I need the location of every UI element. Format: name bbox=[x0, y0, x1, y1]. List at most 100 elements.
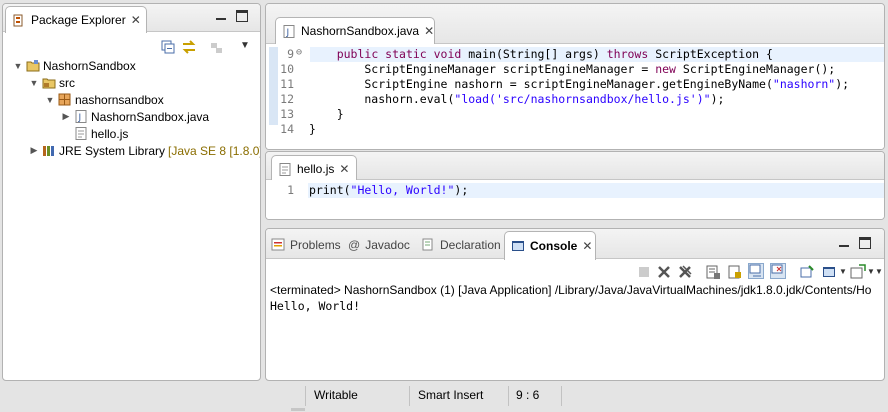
tree-item-label: hello.js bbox=[91, 126, 129, 141]
open-console-dropdown-icon[interactable]: ▼ bbox=[867, 267, 875, 276]
collapse-all-icon[interactable] bbox=[161, 40, 175, 54]
code-token: ); bbox=[835, 77, 850, 91]
scroll-lock-icon[interactable] bbox=[727, 264, 743, 280]
tab-label: Declaration bbox=[440, 237, 501, 252]
svg-text:J: J bbox=[78, 113, 82, 123]
string-token: "nashorn" bbox=[772, 77, 836, 91]
code-text: print("Hello, World!"); bbox=[309, 183, 468, 197]
expand-toggle-icon[interactable]: ▶ bbox=[29, 145, 39, 156]
tree-item-jre-library[interactable]: ▶ JRE System Library [Java SE 8 [1.8.0]] bbox=[29, 142, 260, 159]
js-code-area[interactable]: 1 print("Hello, World!"); bbox=[266, 180, 884, 219]
close-icon[interactable]: ✕ bbox=[582, 239, 592, 253]
tree-item-package[interactable]: ▼ nashornsandbox bbox=[45, 91, 164, 108]
code-line[interactable]: 14} bbox=[266, 122, 884, 137]
remove-all-terminated-icon[interactable] bbox=[677, 264, 693, 280]
code-text: public static void main(String[] args) t… bbox=[309, 47, 773, 61]
close-icon[interactable]: ✕ bbox=[131, 13, 141, 27]
display-console-icon[interactable] bbox=[822, 264, 838, 280]
problems-icon bbox=[271, 238, 285, 251]
js-file-icon bbox=[278, 162, 292, 176]
project-icon bbox=[26, 59, 40, 72]
close-icon[interactable]: ✕ bbox=[424, 24, 434, 38]
minimize-icon[interactable] bbox=[215, 10, 227, 22]
line-number: 9 bbox=[287, 47, 294, 61]
show-on-stderr-icon[interactable] bbox=[770, 263, 786, 279]
code-token: } bbox=[309, 107, 344, 121]
code-text: ScriptEngine nashorn = scriptEngineManag… bbox=[309, 77, 849, 91]
source-folder-icon bbox=[42, 76, 56, 89]
tab-problems[interactable]: Problems bbox=[271, 231, 341, 258]
status-separator bbox=[409, 386, 410, 406]
console-output[interactable]: Hello, World! bbox=[270, 299, 360, 313]
expand-toggle-icon[interactable]: ▼ bbox=[45, 95, 55, 105]
view-menu-icon[interactable]: ▼ bbox=[240, 40, 250, 51]
view-menu-icon[interactable]: ▼ bbox=[875, 267, 883, 276]
remove-launch-icon[interactable] bbox=[656, 264, 672, 280]
status-separator bbox=[305, 386, 306, 406]
code-token: } bbox=[309, 122, 316, 136]
display-console-dropdown-icon[interactable]: ▼ bbox=[839, 267, 847, 276]
code-text: ScriptEngineManager scriptEngineManager … bbox=[309, 62, 835, 76]
tab-package-explorer[interactable]: Package Explorer ✕ bbox=[5, 6, 147, 33]
console-header: <terminated> NashornSandbox (1) [Java Ap… bbox=[270, 283, 872, 297]
maximize-icon[interactable] bbox=[859, 237, 871, 249]
code-line[interactable]: 10 ScriptEngineManager scriptEngineManag… bbox=[266, 62, 884, 77]
code-text: } bbox=[309, 122, 316, 136]
status-insert-mode: Smart Insert bbox=[418, 388, 484, 402]
code-text: nashorn.eval("load('src/nashornsandbox/h… bbox=[309, 92, 724, 106]
tab-javadoc[interactable]: @ Javadoc bbox=[348, 231, 410, 258]
clear-console-icon[interactable] bbox=[705, 264, 721, 280]
java-file-icon: J bbox=[74, 110, 88, 123]
console-icon bbox=[511, 240, 525, 253]
library-icon bbox=[42, 144, 56, 157]
tree-item-label: NashornSandbox.java bbox=[91, 109, 210, 124]
fold-toggle-icon[interactable]: ⊖ bbox=[296, 47, 302, 58]
status-left-indicator bbox=[291, 408, 305, 411]
bottom-tabbar: Problems @ Javadoc Declaration Console ✕ bbox=[266, 229, 884, 260]
tab-nashornsandbox-java[interactable]: J NashornSandbox.java ✕ bbox=[275, 17, 435, 44]
package-explorer-tabbar: Package Explorer ✕ bbox=[3, 4, 260, 33]
code-token: ); bbox=[454, 183, 469, 197]
java-code-lines: 9 ⊖ public static void main(String[] args… bbox=[266, 47, 884, 147]
focus-icon[interactable] bbox=[210, 41, 224, 55]
minimize-icon[interactable] bbox=[838, 237, 850, 249]
code-line[interactable]: 9 ⊖ public static void main(String[] args… bbox=[266, 47, 884, 62]
tree-item-label: JRE System Library bbox=[59, 143, 166, 158]
keyword-token: public static void bbox=[336, 47, 462, 61]
code-token: ScriptEngineManager(); bbox=[675, 62, 836, 76]
js-editor-tabbar: hello.js ✕ bbox=[266, 152, 884, 182]
code-line[interactable]: 1 print("Hello, World!"); bbox=[266, 183, 884, 198]
open-console-icon[interactable] bbox=[850, 264, 866, 280]
code-line[interactable]: 13 } bbox=[266, 107, 884, 122]
code-line[interactable]: 11 ScriptEngine nashorn = scriptEngineMa… bbox=[266, 77, 884, 92]
tree-item-project[interactable]: ▼ NashornSandbox bbox=[13, 57, 136, 74]
expand-toggle-icon[interactable]: ▼ bbox=[13, 61, 23, 71]
tree-item-js-file[interactable]: hello.js bbox=[61, 125, 128, 142]
tab-hello-js[interactable]: hello.js ✕ bbox=[271, 155, 357, 182]
code-line[interactable]: 12 nashorn.eval("load('src/nashornsandbo… bbox=[266, 92, 884, 107]
tab-console[interactable]: Console ✕ bbox=[504, 231, 596, 260]
maximize-icon[interactable] bbox=[236, 10, 248, 22]
code-text: } bbox=[309, 107, 344, 121]
java-editor-panel: J NashornSandbox.java ✕ 9 ⊖ public static… bbox=[265, 3, 885, 150]
tree-item-label: src bbox=[59, 75, 75, 90]
status-separator bbox=[508, 386, 509, 406]
terminate-icon[interactable] bbox=[636, 264, 652, 280]
tab-label: hello.js bbox=[297, 162, 335, 176]
close-icon[interactable]: ✕ bbox=[339, 162, 349, 176]
code-area[interactable]: 9 ⊖ public static void main(String[] args… bbox=[266, 44, 884, 149]
link-with-editor-icon[interactable] bbox=[181, 40, 197, 54]
expand-toggle-icon[interactable]: ▼ bbox=[29, 78, 39, 88]
expand-toggle-icon[interactable]: ▶ bbox=[61, 111, 71, 122]
tree-item-src[interactable]: ▼ src bbox=[29, 74, 75, 91]
tab-declaration[interactable]: Declaration bbox=[421, 231, 501, 258]
pin-console-icon[interactable] bbox=[799, 264, 815, 280]
tab-label: Javadoc bbox=[365, 237, 410, 252]
code-token: nashorn.eval( bbox=[309, 92, 455, 106]
show-on-stdout-icon[interactable] bbox=[748, 263, 764, 279]
js-file-icon bbox=[74, 127, 88, 140]
tree-item-java-file[interactable]: ▶ J NashornSandbox.java bbox=[61, 108, 210, 125]
line-number: 12 bbox=[280, 92, 294, 106]
code-token: ); bbox=[710, 92, 725, 106]
svg-text:J: J bbox=[286, 28, 290, 38]
